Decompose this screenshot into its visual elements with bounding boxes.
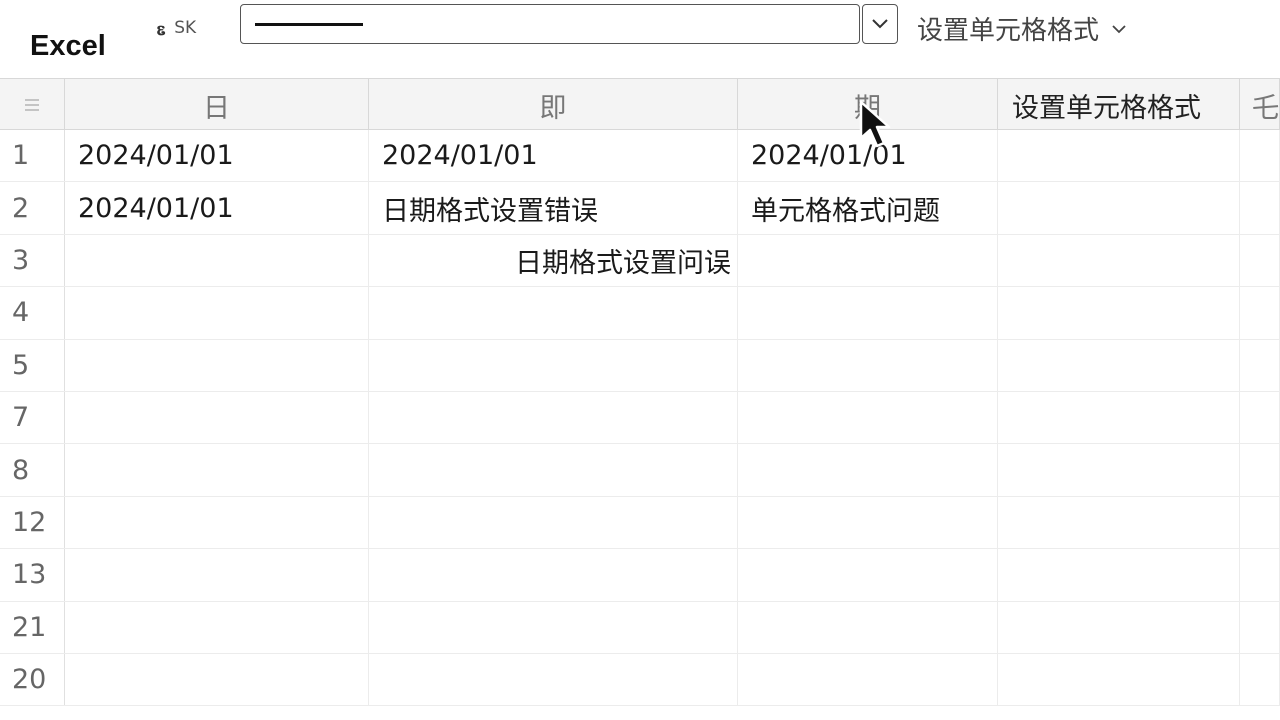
cell[interactable] <box>369 339 738 391</box>
row-number[interactable]: 2 <box>0 182 65 234</box>
cell[interactable] <box>1240 653 1280 706</box>
chevron-down-icon <box>872 19 888 29</box>
formula-input[interactable] <box>240 4 860 44</box>
cell[interactable] <box>1240 601 1280 653</box>
cell[interactable] <box>738 234 998 287</box>
formula-content-line <box>255 23 363 26</box>
cell[interactable] <box>65 391 369 444</box>
cell[interactable]: 日期格式设置问误 <box>369 234 738 287</box>
menu-icon <box>25 99 39 111</box>
cell[interactable] <box>738 496 998 549</box>
cell[interactable] <box>1240 339 1280 391</box>
toolbar: Excel ꮛ SK 设置单元格格式 <box>0 0 1280 78</box>
cell[interactable] <box>369 549 738 601</box>
column-header[interactable]: 即 <box>369 79 738 131</box>
table-row: 5 <box>0 339 1280 392</box>
cell[interactable] <box>998 234 1240 287</box>
cell[interactable] <box>369 653 738 706</box>
cell[interactable] <box>738 339 998 391</box>
cell[interactable] <box>369 444 738 496</box>
cell[interactable] <box>998 653 1240 706</box>
app-title: Excel <box>30 30 106 62</box>
cell[interactable]: 2024/01/01 <box>65 130 369 182</box>
spreadsheet-grid: 日 即 期 设置单元格格式 乇 1 2024/01/01 2024/01/01 … <box>0 78 1280 720</box>
cell[interactable] <box>65 234 369 287</box>
cell[interactable] <box>998 339 1240 391</box>
cell[interactable] <box>998 496 1240 549</box>
cell[interactable]: 2024/01/01 <box>369 130 738 182</box>
cell[interactable] <box>369 601 738 653</box>
row-number[interactable]: 4 <box>0 287 65 339</box>
format-cells-menu[interactable]: 设置单元格格式 <box>917 10 1127 47</box>
row-container: 1 2024/01/01 2024/01/01 2024/01/01 2 202… <box>0 130 1280 707</box>
format-cells-label: 设置单元格格式 <box>917 16 1100 46</box>
cell[interactable] <box>738 444 998 496</box>
chevron-down-icon <box>1112 24 1126 33</box>
cell[interactable] <box>65 339 369 391</box>
cell-reference-icon: ꮛ <box>157 16 165 40</box>
cell[interactable] <box>998 182 1240 234</box>
cell[interactable] <box>998 391 1240 444</box>
row-number[interactable]: 20 <box>0 653 65 706</box>
row-number[interactable]: 8 <box>0 444 65 496</box>
cell[interactable] <box>1240 287 1280 339</box>
cell[interactable]: 单元格格式问题 <box>738 182 998 234</box>
table-row: 20 <box>0 653 1280 707</box>
row-number[interactable]: 7 <box>0 391 65 444</box>
cell-reference[interactable]: ꮛ SK <box>157 16 196 40</box>
table-row: 3 日期格式设置问误 <box>0 234 1280 288</box>
column-header[interactable]: 设置单元格格式 <box>998 79 1240 131</box>
table-row: 7 <box>0 391 1280 445</box>
cell[interactable] <box>65 444 369 496</box>
row-number[interactable]: 3 <box>0 234 65 287</box>
table-row: 4 <box>0 287 1280 340</box>
cell[interactable] <box>738 601 998 653</box>
cell[interactable] <box>738 287 998 339</box>
cell[interactable] <box>738 391 998 444</box>
cell[interactable] <box>1240 130 1280 182</box>
column-header[interactable]: 日 <box>65 79 369 131</box>
mouse-pointer-icon <box>859 100 891 148</box>
cell[interactable] <box>65 601 369 653</box>
column-header[interactable]: 乇 <box>1240 79 1280 131</box>
cell[interactable] <box>369 496 738 549</box>
table-row: 8 <box>0 444 1280 497</box>
cell[interactable] <box>998 287 1240 339</box>
cell[interactable] <box>1240 391 1280 444</box>
table-row: 13 <box>0 549 1280 602</box>
row-number[interactable]: 13 <box>0 549 65 601</box>
cell[interactable] <box>1240 444 1280 496</box>
column-header-row: 日 即 期 设置单元格格式 乇 <box>0 78 1280 131</box>
cell[interactable] <box>369 287 738 339</box>
cell[interactable] <box>998 444 1240 496</box>
cell-reference-label: SK <box>174 18 197 38</box>
cell[interactable] <box>1240 182 1280 234</box>
row-number[interactable]: 21 <box>0 601 65 653</box>
cell[interactable] <box>738 549 998 601</box>
cell[interactable] <box>738 653 998 706</box>
cell[interactable] <box>998 549 1240 601</box>
formula-dropdown-button[interactable] <box>862 4 898 44</box>
cell[interactable] <box>1240 234 1280 287</box>
cell[interactable] <box>65 287 369 339</box>
table-row: 1 2024/01/01 2024/01/01 2024/01/01 <box>0 130 1280 183</box>
row-number[interactable]: 1 <box>0 130 65 182</box>
select-all-corner[interactable] <box>0 79 65 131</box>
cell[interactable] <box>65 496 369 549</box>
table-row: 12 <box>0 496 1280 550</box>
cell[interactable] <box>1240 549 1280 601</box>
row-number[interactable]: 5 <box>0 339 65 391</box>
table-row: 2 2024/01/01 日期格式设置错误 单元格格式问题 <box>0 182 1280 235</box>
row-number[interactable]: 12 <box>0 496 65 549</box>
cell[interactable] <box>998 130 1240 182</box>
cell[interactable] <box>1240 496 1280 549</box>
cell[interactable]: 2024/01/01 <box>65 182 369 234</box>
cell[interactable] <box>65 549 369 601</box>
cell[interactable]: 日期格式设置错误 <box>369 182 738 234</box>
cell[interactable] <box>369 391 738 444</box>
table-row: 21 <box>0 601 1280 654</box>
cell[interactable] <box>998 601 1240 653</box>
cell[interactable] <box>65 653 369 706</box>
